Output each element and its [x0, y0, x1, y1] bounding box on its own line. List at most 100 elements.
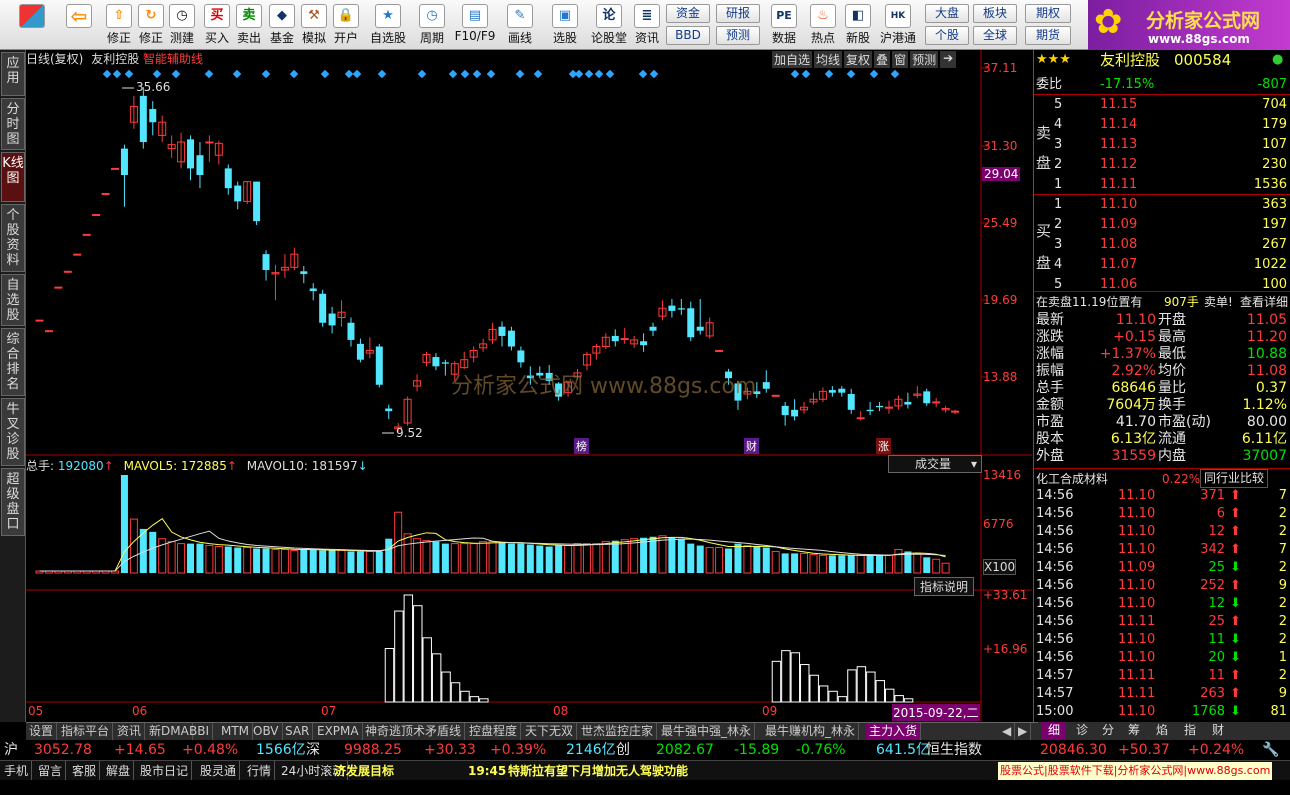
volume-bar-up[interactable]: [658, 535, 667, 574]
volume-bar-up[interactable]: [271, 548, 280, 574]
volume-bar-down[interactable]: [300, 549, 308, 573]
volume-bar-up[interactable]: [630, 538, 639, 574]
status-link[interactable]: 股市日记: [140, 761, 193, 781]
candle-body-down[interactable]: [356, 343, 364, 360]
period-button[interactable]: ◷ 周期: [414, 2, 450, 48]
volume-bar-up[interactable]: [205, 545, 214, 574]
volume-bar-up[interactable]: [422, 540, 431, 574]
nav-level2[interactable]: 超级盘口: [1, 468, 25, 536]
sell-level-row[interactable]: 1 11.11 1536: [1034, 175, 1290, 195]
candle-body-down[interactable]: [300, 271, 308, 274]
candle-body-up[interactable]: [73, 253, 82, 256]
volume-bar-down[interactable]: [517, 543, 525, 573]
ad-banner[interactable]: 股票公式|股票软件下载|分析家公式网|www.88gs.com: [998, 762, 1273, 780]
indicator-tab[interactable]: MTM: [218, 723, 254, 740]
candle-body-up[interactable]: [884, 406, 893, 409]
draw-button[interactable]: ✎ 画线: [503, 2, 537, 48]
volume-bar-up[interactable]: [479, 541, 488, 574]
futures-button[interactable]: 期货: [1025, 26, 1071, 45]
candle-body-down[interactable]: [876, 405, 884, 408]
buy-level-row[interactable]: 4 11.07 1022: [1034, 255, 1290, 275]
data-button[interactable]: PE 数据: [766, 2, 802, 48]
buy-level-row[interactable]: 3 11.08 267: [1034, 235, 1290, 255]
volume-bar-up[interactable]: [705, 547, 714, 574]
candle-body-down[interactable]: [781, 405, 789, 416]
volume-bar-up[interactable]: [450, 543, 459, 574]
candle-body-down[interactable]: [838, 388, 846, 393]
volume-bar-down[interactable]: [234, 547, 242, 573]
candle-body-up[interactable]: [35, 319, 44, 322]
volume-bar-down[interactable]: [923, 557, 931, 573]
indicator-tab[interactable]: SAR: [282, 723, 314, 740]
candle-body-down[interactable]: [668, 305, 676, 311]
volume-bar-up[interactable]: [932, 558, 941, 574]
f10-button[interactable]: ▤ F10/F9: [454, 2, 496, 48]
forum-button[interactable]: 论论股堂: [590, 2, 628, 48]
simulate-button[interactable]: ⚒ 模拟: [300, 2, 328, 48]
volume-bar-up[interactable]: [177, 543, 186, 574]
order-detail-link[interactable]: 查看详细: [1240, 292, 1288, 312]
candle-body-down[interactable]: [441, 362, 449, 364]
open-account-button[interactable]: 🔒 开户: [332, 2, 360, 48]
nav-watchlist[interactable]: 自选股: [1, 274, 25, 326]
volume-bar-down[interactable]: [149, 531, 157, 573]
candle-body-down[interactable]: [253, 181, 261, 222]
nav-diagnose[interactable]: 牛叉诊股: [1, 398, 25, 466]
watchlist-button[interactable]: ★ 自选股: [368, 2, 408, 48]
tab-split[interactable]: 分: [1096, 722, 1120, 739]
volume-bar-down[interactable]: [696, 545, 704, 573]
index-bar[interactable]: 沪 3052.78 +14.65 +0.48% 1566亿 深 9988.25 …: [0, 740, 1290, 760]
news-ticker-prev[interactable]: 济发展目标: [334, 761, 394, 781]
industry-name[interactable]: 化工合成材料: [1036, 469, 1108, 489]
candle-body-up[interactable]: [205, 141, 214, 144]
status-link[interactable]: 手机: [4, 761, 33, 781]
candle-body-up[interactable]: [82, 233, 91, 236]
volume-bar-down[interactable]: [224, 546, 232, 573]
volume-bar-up[interactable]: [771, 550, 780, 574]
nav-intraday[interactable]: 分时图: [1, 98, 25, 150]
fund-button[interactable]: ◆ 基金: [268, 2, 296, 48]
volume-bar-down[interactable]: [753, 546, 761, 573]
candle-body-down[interactable]: [385, 408, 393, 412]
volume-bar-up[interactable]: [715, 547, 724, 574]
candle-body-down[interactable]: [904, 401, 912, 405]
buy-level-row[interactable]: 1 11.10 363: [1034, 195, 1290, 215]
volume-bar-up[interactable]: [403, 533, 412, 574]
tab-diagnose[interactable]: 诊: [1070, 722, 1094, 739]
candle-body-down[interactable]: [224, 168, 232, 189]
volume-bar-up[interactable]: [469, 543, 478, 574]
tab-adjust[interactable]: 复权: [844, 51, 873, 68]
volume-bar-up[interactable]: [894, 548, 903, 574]
marker-bang[interactable]: 榜: [574, 438, 589, 454]
nav-kline[interactable]: K线图: [1, 152, 25, 202]
volume-bar-up[interactable]: [413, 538, 422, 574]
indicator-tab[interactable]: 资讯: [114, 723, 146, 740]
forecast-button[interactable]: 预测: [716, 26, 760, 45]
candle-body-down[interactable]: [923, 391, 931, 404]
volume-bar-up[interactable]: [913, 552, 922, 574]
volume-bar-up[interactable]: [280, 548, 289, 574]
indicator-tab[interactable]: 主力入货: [866, 723, 922, 740]
candle-body-down[interactable]: [234, 185, 242, 202]
arrow-right-icon[interactable]: ➔: [940, 51, 957, 68]
candle-body-down[interactable]: [432, 357, 440, 367]
candle-body-up[interactable]: [620, 338, 629, 341]
volume-bar-down[interactable]: [253, 548, 261, 574]
candle-body-down[interactable]: [498, 326, 506, 336]
volume-bar-up[interactable]: [941, 562, 950, 574]
options-button[interactable]: 期权: [1025, 4, 1071, 23]
volume-bar-up[interactable]: [290, 549, 299, 574]
volume-bar-down[interactable]: [309, 549, 317, 573]
candle-body-down[interactable]: [196, 155, 204, 175]
volume-bar-up[interactable]: [337, 549, 346, 574]
sell-level-row[interactable]: 2 11.12 230: [1034, 155, 1290, 175]
market-dropdown[interactable]: 大盘: [925, 4, 969, 23]
back-button[interactable]: ⇦: [60, 2, 98, 48]
candle-body-up[interactable]: [54, 286, 63, 289]
volume-bar-up[interactable]: [129, 518, 138, 574]
volume-bar-up[interactable]: [884, 554, 893, 574]
candle-body-down[interactable]: [319, 293, 327, 323]
candle-body-down[interactable]: [328, 313, 336, 326]
volume-bar-up[interactable]: [620, 539, 629, 574]
tab-detail[interactable]: 细: [1042, 722, 1067, 739]
